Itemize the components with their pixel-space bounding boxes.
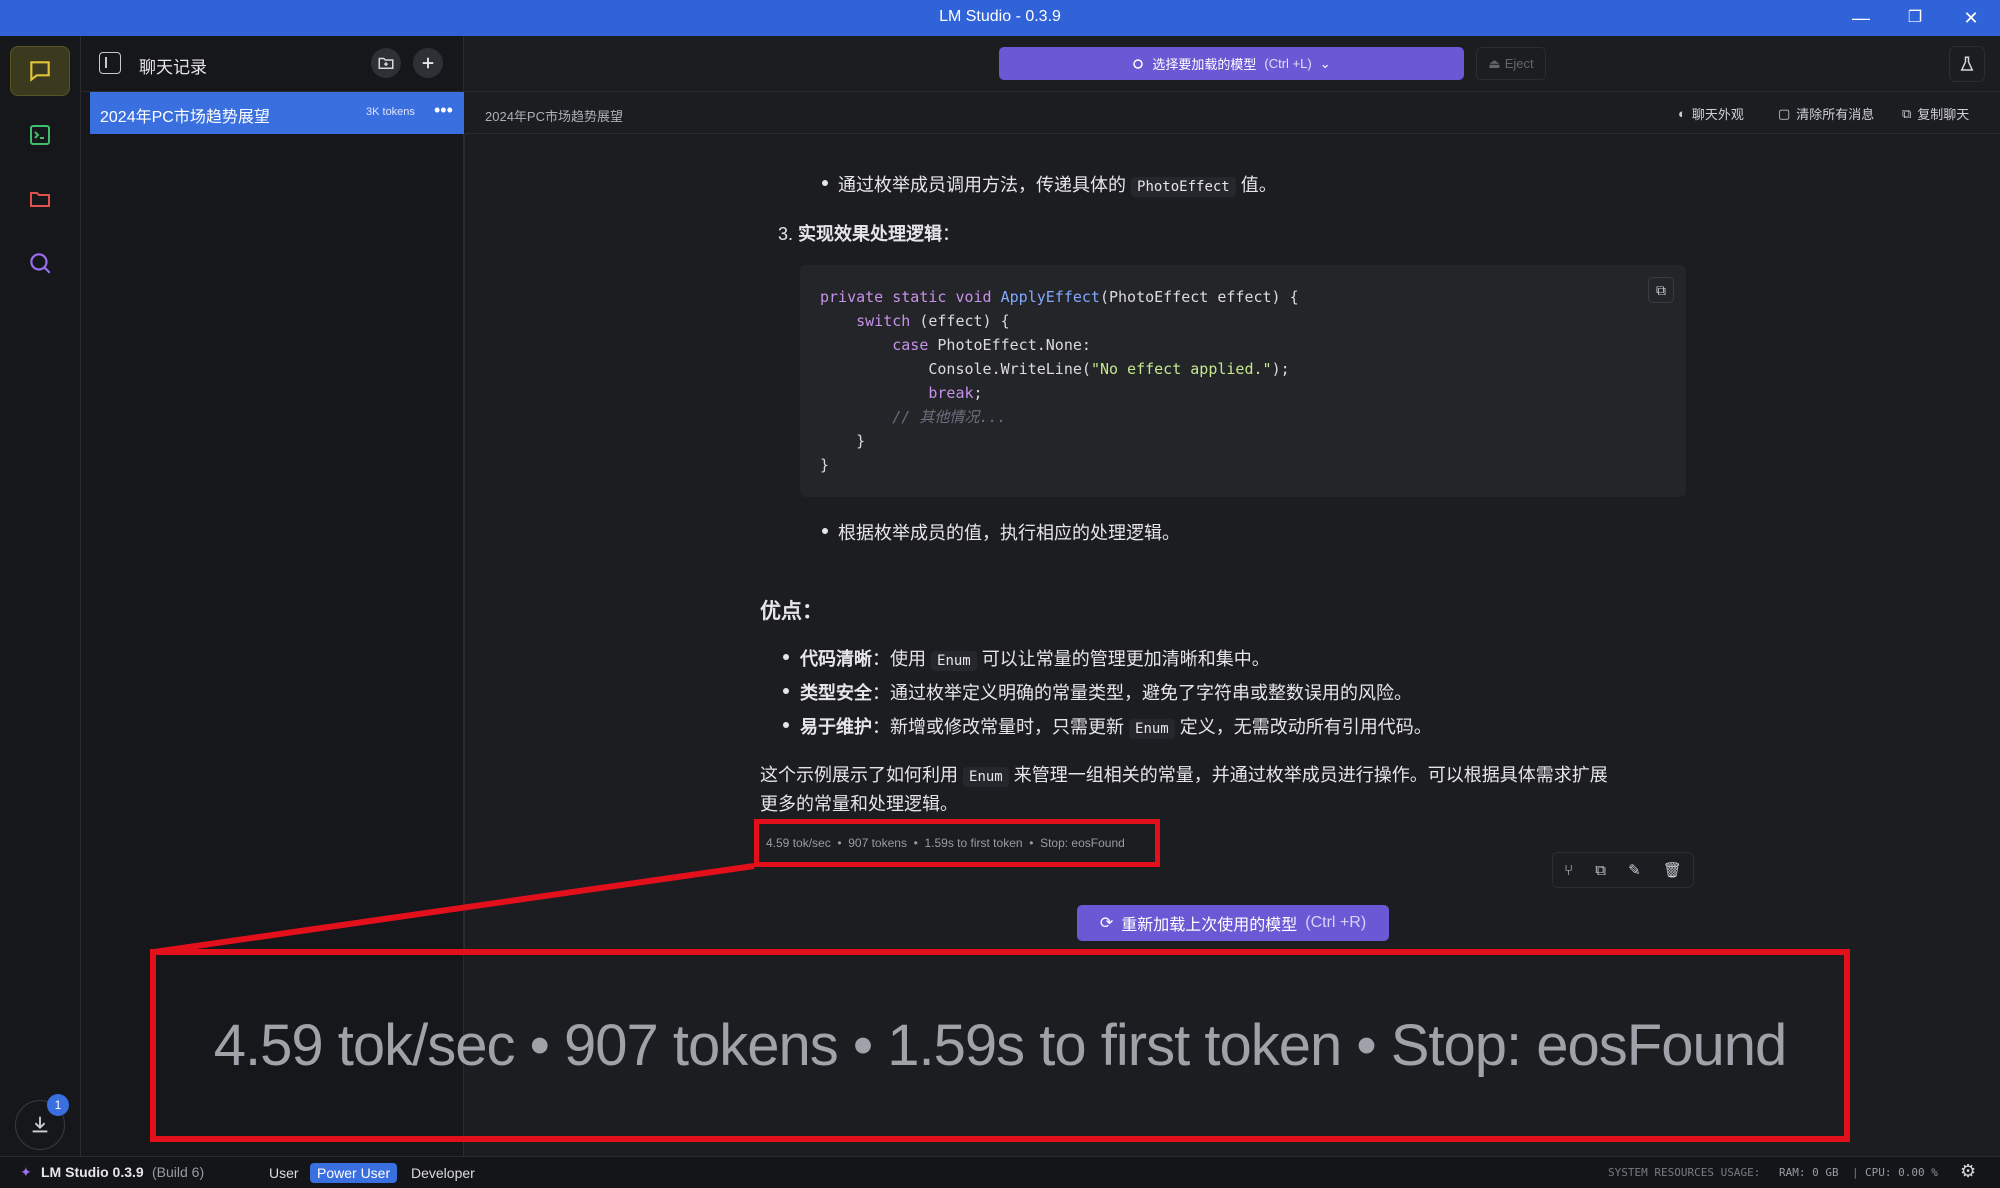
zoom-callout-text: 4.59 tok/sec • 907 tokens • 1.59s to fir…	[213, 1013, 1788, 1078]
resources-label: SYSTEM RESOURCES USAGE:	[1608, 1166, 1761, 1179]
ram-usage: RAM: 0 GB	[1779, 1166, 1839, 1179]
mode-power-user[interactable]: Power User	[310, 1163, 398, 1183]
build-label: (Build 6)	[152, 1164, 205, 1180]
separator: |	[1852, 1166, 1859, 1179]
settings-gear-icon[interactable]: ⚙	[1960, 1161, 1976, 1182]
app-name: LM Studio 0.3.9	[41, 1164, 144, 1180]
status-bar: ✦ LM Studio 0.3.9 (Build 6) User Power U…	[0, 1156, 2000, 1188]
zoom-callout: 4.59 tok/sec • 907 tokens • 1.59s to fir…	[150, 949, 1850, 1142]
mode-developer[interactable]: Developer	[404, 1163, 482, 1183]
mode-user[interactable]: User	[262, 1163, 306, 1183]
cpu-usage: CPU: 0.00 %	[1865, 1166, 1938, 1179]
app-logo-icon: ✦	[20, 1164, 32, 1180]
